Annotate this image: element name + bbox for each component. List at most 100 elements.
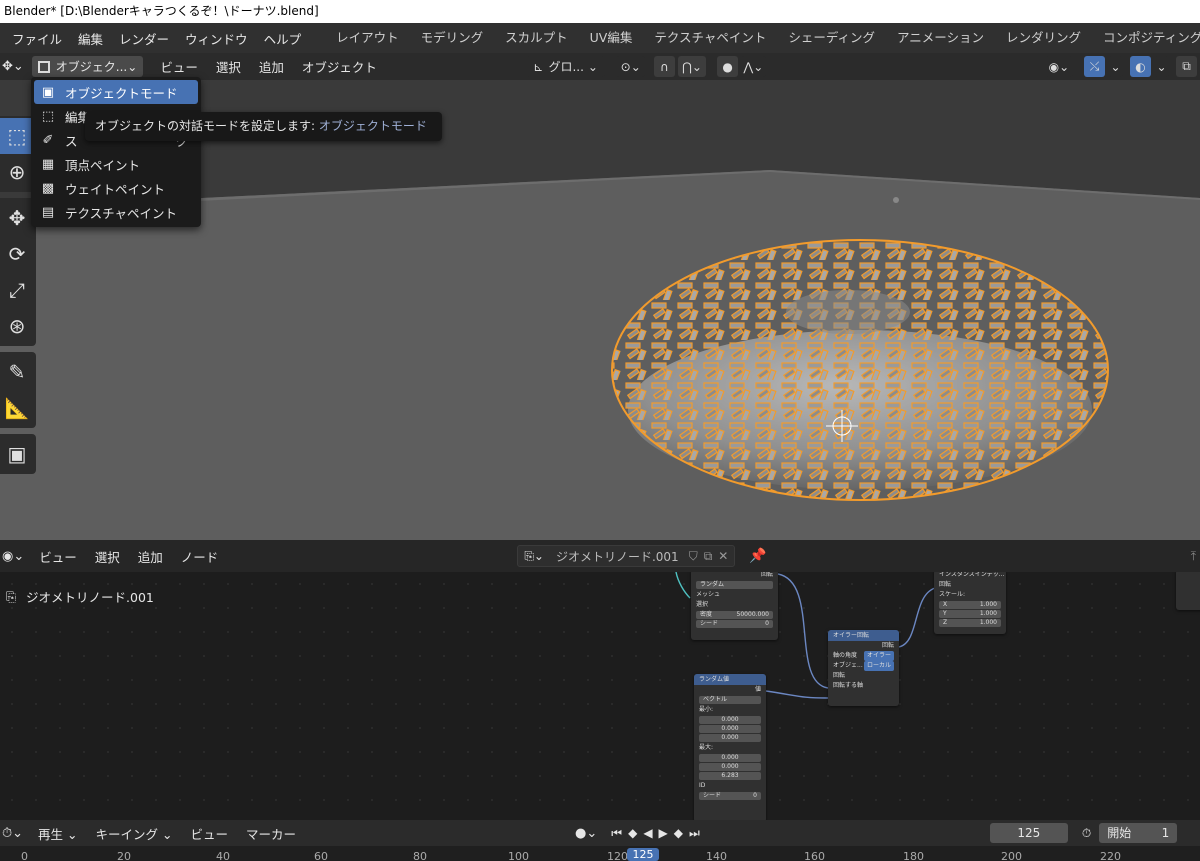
menu-help[interactable]: ヘルプ — [256, 29, 310, 48]
menu-render[interactable]: レンダー — [111, 29, 177, 48]
tab-texture-paint[interactable]: テクスチャペイント — [643, 23, 777, 53]
node-menu-select[interactable]: 選択 — [86, 547, 129, 566]
min-z-field[interactable]: 0.000 — [699, 734, 761, 742]
play-icon[interactable]: ▶ — [659, 826, 668, 840]
jump-start-icon[interactable]: ⏮ — [611, 826, 622, 841]
snap-toggle-icon[interactable]: ∩ — [653, 56, 675, 77]
current-frame-field[interactable]: 125 — [989, 823, 1068, 843]
current-frame-indicator[interactable]: 125 — [627, 848, 659, 861]
node-editor-header: ◉⌄ ビュー 選択 追加 ノード ⎘⌄ ジオメトリノード.001 ⛉ ⧉ ✕ 📌… — [0, 540, 1200, 572]
marker-menu[interactable]: マーカー — [237, 824, 305, 843]
node-menu-add[interactable]: 追加 — [129, 547, 172, 566]
gizmo-dropdown-icon[interactable]: ⌄ — [1107, 56, 1124, 77]
menu-window[interactable]: ウィンドウ — [177, 29, 256, 48]
mode-item-texture-paint[interactable]: ▤ テクスチャペイント — [31, 200, 201, 224]
tab-compositing[interactable]: コンポジティング — [1092, 23, 1200, 53]
node-menu-view[interactable]: ビュー — [30, 547, 86, 566]
menu-file[interactable]: ファイル — [4, 29, 70, 48]
tab-modeling[interactable]: モデリング — [410, 23, 495, 53]
gizmo-toggle-icon[interactable]: ⤯ — [1084, 56, 1105, 77]
tab-layout[interactable]: レイアウト — [325, 23, 410, 53]
prev-keyframe-icon[interactable]: ◆ — [628, 826, 637, 840]
distribute-mode-dropdown[interactable]: ランダム — [696, 581, 773, 589]
sculpt-mode-icon: ✐ — [42, 132, 54, 148]
editor-type-icon[interactable]: ⏱⌄ — [2, 826, 23, 841]
random-seed-field[interactable]: シード 0 — [699, 792, 761, 800]
distribute-seed-field[interactable]: シード 0 — [696, 620, 773, 628]
fake-user-shield-icon[interactable]: ⛉ — [689, 549, 698, 564]
cursor-tool-icon[interactable]: ⊕ — [0, 154, 34, 190]
node-menu-node[interactable]: ノード — [172, 547, 228, 566]
node-euler-rotate[interactable]: オイラー回転 回転 軸の角度 オイラー オブジェ... ローカル 回転 回転する… — [828, 630, 899, 706]
breadcrumb: ⎘ ジオメトリノード.001 — [6, 588, 154, 606]
scale-z-field[interactable]: Z 1.000 — [939, 619, 1001, 627]
min-y-field[interactable]: 0.000 — [699, 725, 761, 733]
density-field[interactable]: 密度 50000.000 — [696, 611, 773, 619]
transform-tool-icon[interactable]: ⊛ — [0, 308, 34, 344]
scale-y-field[interactable]: Y 1.000 — [939, 610, 1001, 618]
node-distribute-points[interactable]: 回転 ランダム メッシュ 選択 密度 50000.000 シード 0 — [691, 572, 778, 640]
editor-type-icon[interactable]: ✥⌄ — [2, 59, 24, 74]
duplicate-icon[interactable]: ⧉ — [704, 549, 713, 564]
select-box-tool-icon[interactable]: ⬚ — [0, 118, 34, 154]
max-z-field[interactable]: 6.283 — [699, 772, 761, 780]
playback-menu[interactable]: 再生 ⌄ — [29, 824, 86, 843]
overlay-toggle-icon[interactable]: ◐ — [1130, 56, 1151, 77]
jump-end-icon[interactable]: ⏭ — [689, 826, 700, 841]
play-reverse-icon[interactable]: ◀ — [643, 826, 652, 840]
euler-space-toggle[interactable]: ローカル — [863, 661, 894, 671]
menu-edit[interactable]: 編集 — [70, 29, 111, 48]
max-x-field[interactable]: 0.000 — [699, 754, 761, 762]
measure-tool-icon[interactable]: 📐 — [0, 390, 34, 426]
timeline-view-menu[interactable]: ビュー — [181, 824, 237, 843]
menu-add[interactable]: 追加 — [250, 57, 293, 76]
min-x-field[interactable]: 0.000 — [699, 716, 761, 724]
tab-animation[interactable]: アニメーション — [886, 23, 995, 53]
snap-target-icon[interactable]: ⋂⌄ — [677, 56, 707, 77]
tab-shading[interactable]: シェーディング — [777, 23, 886, 53]
move-tool-icon[interactable]: ✥ — [0, 200, 34, 236]
parent-node-tree-icon[interactable]: ⤒ — [1191, 549, 1196, 564]
pin-icon[interactable]: 📌 — [749, 548, 766, 564]
rotate-tool-icon[interactable]: ⟳ — [0, 236, 34, 272]
tab-uv[interactable]: UV編集 — [579, 23, 644, 53]
menu-select[interactable]: 選択 — [207, 57, 250, 76]
annotate-tool-icon[interactable]: ✎ — [0, 354, 34, 390]
start-frame-field[interactable]: 開始 1 — [1099, 823, 1178, 843]
keying-menu[interactable]: キーイング ⌄ — [87, 824, 182, 843]
pivot-dropdown[interactable]: ⊙⌄ — [616, 56, 645, 77]
xray-toggle-icon[interactable]: ⧉ — [1176, 56, 1197, 77]
node-instance-transform[interactable]: インスタンスインデッ... 回転 スケール: X 1.000 Y 1.000 Z 1.… — [934, 572, 1006, 634]
proportional-edit-icon[interactable]: ● — [717, 56, 739, 77]
menu-object[interactable]: オブジェクト — [293, 57, 386, 76]
overlay-dropdown-icon[interactable]: ⌄ — [1153, 56, 1170, 77]
mode-item-object[interactable]: ▣ オブジェクトモード — [34, 80, 198, 104]
node-random-value[interactable]: ランダム値 値 ベクトル 最小: 0.000 0.000 0.000 最大: 0… — [694, 674, 766, 820]
auto-key-record-icon[interactable]: ●⌄ — [575, 826, 597, 841]
tab-sculpt[interactable]: スカルプト — [494, 23, 579, 53]
menu-view[interactable]: ビュー — [151, 57, 207, 76]
add-cube-tool-icon[interactable]: ▣ — [0, 436, 34, 472]
stopwatch-icon[interactable]: ⏱ — [1082, 826, 1091, 841]
next-keyframe-icon[interactable]: ◆ — [674, 826, 683, 840]
close-icon[interactable]: ✕ — [718, 549, 728, 563]
orientation-dropdown[interactable]: ⊾ グロ... ⌄ — [525, 56, 606, 77]
light-icon — [893, 197, 899, 203]
random-type-dropdown[interactable]: ベクトル — [699, 696, 761, 704]
max-y-field[interactable]: 0.000 — [699, 763, 761, 771]
scale-tool-icon[interactable]: ⤢ — [0, 272, 34, 308]
visibility-dropdown[interactable]: ◉⌄ — [1044, 56, 1074, 77]
mode-selector[interactable]: オブジェク... ⌄ — [31, 56, 144, 77]
mode-tooltip: オブジェクトの対話モードを設定します: オブジェクトモード — [85, 112, 442, 141]
mode-item-weight-paint[interactable]: ▩ ウェイトペイント — [31, 176, 201, 200]
frame-ruler[interactable]: 0 20 40 60 80 100 120 140 160 180 200 22… — [0, 846, 1200, 861]
node-offscreen[interactable] — [1176, 572, 1200, 610]
falloff-icon[interactable]: ⋀⌄ — [741, 56, 766, 77]
tab-rendering[interactable]: レンダリング — [995, 23, 1092, 53]
scale-x-field[interactable]: X 1.000 — [939, 601, 1001, 609]
node-tree-selector[interactable]: ⎘⌄ ジオメトリノード.001 ⛉ ⧉ ✕ — [517, 545, 736, 567]
editor-type-icon[interactable]: ◉⌄ — [2, 549, 24, 564]
euler-type-toggle[interactable]: オイラー — [863, 651, 894, 661]
mode-item-vertex-paint[interactable]: ▦ 頂点ペイント — [31, 152, 201, 176]
node-editor-canvas[interactable]: 回転 ランダム メッシュ 選択 密度 50000.000 シード 0 オイラー回… — [0, 572, 1200, 820]
